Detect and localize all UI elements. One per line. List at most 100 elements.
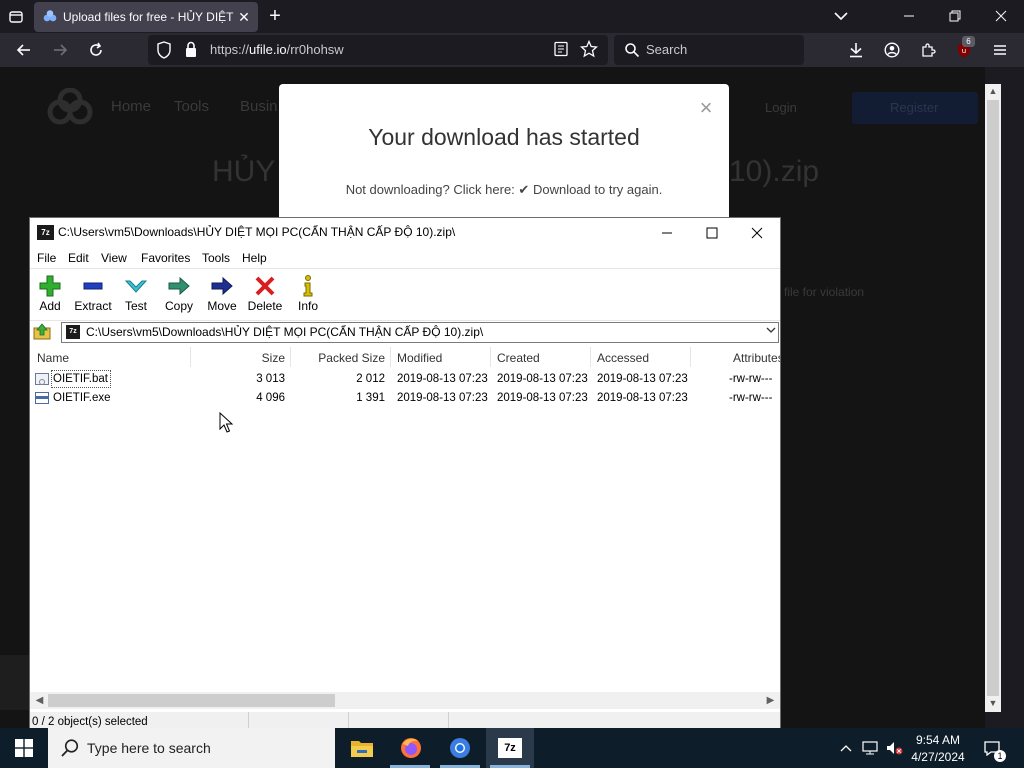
file-attributes: -rw-rw--- — [729, 392, 773, 404]
test-check-icon — [124, 280, 148, 293]
scroll-right-icon[interactable]: ▶ — [762, 692, 779, 709]
page-scroll-down-icon[interactable]: ▼ — [986, 698, 1000, 710]
sevenzip-taskbar-button[interactable]: 7z — [486, 728, 534, 768]
sevenzip-close-button[interactable] — [734, 219, 780, 246]
add-plus-icon — [39, 275, 61, 297]
bat-file-icon — [35, 373, 49, 385]
column-header-name[interactable]: Name — [37, 351, 69, 365]
new-tab-button[interactable]: + — [264, 5, 286, 27]
copy-button[interactable]: Copy — [157, 272, 201, 316]
site-nav-tools[interactable]: Tools — [174, 98, 209, 115]
column-separator[interactable] — [190, 347, 191, 367]
test-button[interactable]: Test — [114, 272, 158, 316]
site-heading-left: HỦY — [212, 155, 276, 188]
taskbar-clock-date[interactable]: 4/27/2024 — [900, 750, 976, 764]
recaptcha-badge — [0, 655, 29, 710]
sevenzip-path-text: C:\Users\vm5\Downloads\HỦY DIỆT MỌI PC(C… — [86, 325, 484, 339]
selection-status: 0 / 2 object(s) selected — [32, 716, 148, 728]
site-login-link[interactable]: Login — [765, 100, 797, 115]
extension-badge: 6 — [962, 36, 975, 47]
modal-close-icon[interactable]: × — [696, 97, 716, 119]
column-header-packed-size[interactable]: Packed Size — [300, 351, 385, 365]
page-scrollbar-thumb[interactable] — [987, 100, 999, 696]
column-header-size[interactable]: Size — [200, 351, 285, 365]
file-accessed: 2019-08-13 07:23 — [597, 373, 688, 385]
browser-tab-active[interactable]: Upload files for free - HỦY DIỆT MỌI PC(… — [34, 2, 258, 32]
menu-edit[interactable]: Edit — [68, 251, 89, 265]
network-icon[interactable] — [860, 737, 880, 759]
file-name: OIETIF.exe — [53, 392, 111, 404]
site-nav-home[interactable]: Home — [111, 98, 151, 115]
column-header-created[interactable]: Created — [497, 351, 540, 365]
menu-help[interactable]: Help — [242, 251, 267, 265]
column-header-modified[interactable]: Modified — [397, 351, 442, 365]
sevenzip-taskbar-icon: 7z — [498, 738, 522, 758]
info-button[interactable]: Info — [286, 272, 330, 316]
close-window-button[interactable] — [978, 0, 1024, 32]
column-separator[interactable] — [690, 347, 691, 367]
taskbar-clock-time[interactable]: 9:54 AM — [900, 733, 976, 747]
column-separator[interactable] — [390, 347, 391, 367]
tracking-protection-shield-icon[interactable] — [156, 41, 172, 64]
site-heading-right: 10).zip — [729, 155, 820, 188]
lock-icon[interactable] — [184, 41, 198, 63]
downloads-icon[interactable] — [842, 37, 870, 63]
search-icon — [624, 42, 640, 63]
minimize-window-button[interactable] — [886, 0, 932, 32]
windows-start-icon[interactable] — [0, 728, 48, 768]
taskbar-search-icon — [60, 738, 80, 763]
menu-favorites[interactable]: Favorites — [141, 251, 190, 265]
download-again-link[interactable]: Download to try again. — [533, 182, 662, 197]
menu-file[interactable]: File — [37, 251, 56, 265]
column-separator[interactable] — [490, 347, 491, 367]
info-i-icon — [303, 275, 313, 297]
search-bar[interactable] — [614, 35, 804, 65]
site-register-label: Register — [890, 100, 939, 115]
file-size: 4 096 — [256, 392, 285, 404]
tab-title: Upload files for free - HỦY DIỆT MỌI PC(… — [63, 10, 236, 24]
modal-text: Not downloading? Click here: ✔ Download … — [345, 182, 663, 197]
firefox-view-icon[interactable] — [4, 5, 28, 29]
mouse-cursor-icon — [219, 411, 234, 434]
site-nav-business[interactable]: Business — [240, 98, 278, 115]
sevenzip-window-title: C:\Users\vm5\Downloads\HỦY DIỆT MỌI PC(C… — [58, 225, 456, 239]
column-separator[interactable] — [290, 347, 291, 367]
modal-title: Your download has started — [368, 124, 640, 150]
scroll-left-icon[interactable]: ◀ — [31, 692, 48, 709]
column-separator[interactable] — [590, 347, 591, 367]
account-icon[interactable] — [878, 37, 906, 63]
url-text: https://ufile.io/rr0hohsw — [210, 42, 344, 57]
add-button[interactable]: Add — [28, 272, 72, 316]
reader-view-icon[interactable] — [553, 41, 569, 62]
column-header-attributes[interactable]: Attributes — [733, 351, 780, 365]
file-packed-size: 2 012 — [356, 373, 385, 385]
back-button[interactable] — [10, 37, 38, 63]
column-header-accessed[interactable]: Accessed — [597, 351, 649, 365]
bookmark-star-icon[interactable] — [579, 39, 599, 63]
menu-hamburger-icon[interactable] — [986, 37, 1014, 63]
sevenzip-minimize-button[interactable] — [644, 219, 690, 246]
move-button[interactable]: Move — [200, 272, 244, 316]
sevenzip-app-icon: 7z — [37, 225, 54, 240]
extract-minus-icon — [83, 282, 103, 290]
list-all-tabs-icon[interactable] — [830, 5, 852, 27]
page-scroll-up-icon[interactable]: ▲ — [986, 86, 1000, 98]
forward-button[interactable] — [46, 37, 74, 63]
delete-button[interactable]: Delete — [243, 272, 287, 316]
tab-close-icon[interactable]: ✕ — [236, 9, 252, 25]
reload-button[interactable] — [82, 37, 110, 63]
menu-tools[interactable]: Tools — [202, 251, 230, 265]
folder-up-icon[interactable] — [33, 323, 51, 341]
menu-view[interactable]: View — [101, 251, 127, 265]
firefox-icon[interactable] — [387, 728, 435, 768]
move-arrow-icon — [211, 276, 233, 296]
extensions-puzzle-icon[interactable] — [914, 37, 942, 63]
show-hidden-icons-chevron-icon[interactable] — [836, 737, 856, 759]
chrome-icon[interactable] — [436, 728, 484, 768]
sevenzip-maximize-button[interactable] — [689, 219, 735, 246]
file-list-hscrollbar-thumb[interactable] — [48, 694, 335, 707]
path-dropdown-chevron-icon[interactable] — [764, 324, 778, 340]
restore-window-button[interactable] — [932, 0, 978, 32]
file-explorer-icon[interactable] — [338, 728, 386, 768]
extract-button[interactable]: Extract — [71, 272, 115, 316]
